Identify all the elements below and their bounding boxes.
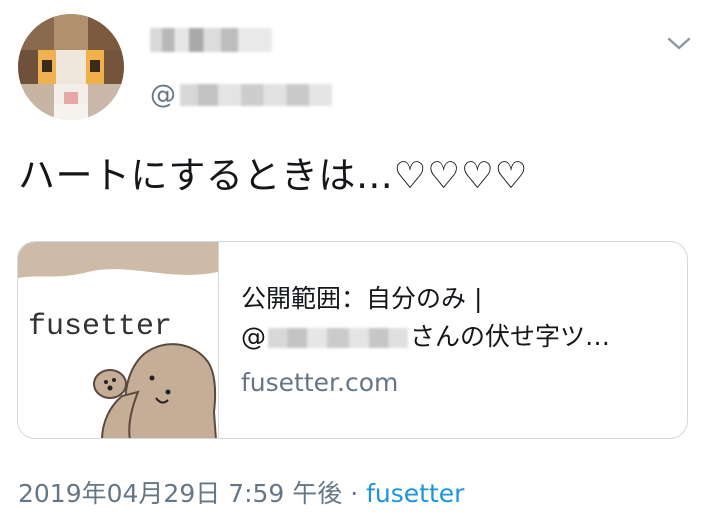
- thumbnail-logo-text: fusetter: [28, 310, 172, 344]
- card-title-redacted: [268, 328, 408, 348]
- user-handle[interactable]: @: [150, 80, 332, 110]
- link-card[interactable]: fusetter 公開範囲：自分のみ | @ さんの伏せ字ツ… fusetter.…: [17, 241, 688, 439]
- meta-separator: ·: [342, 479, 367, 508]
- card-domain: fusetter.com: [241, 368, 399, 397]
- chevron-down-icon[interactable]: [666, 34, 692, 52]
- tweet-text: ハートにするときは…♡♡♡♡: [18, 154, 529, 197]
- handle-at: @: [150, 80, 176, 110]
- tweet-meta: 2019年04月29日 7:59 午後 · fusetter: [18, 474, 464, 510]
- handle-redacted: [180, 84, 332, 106]
- card-title-line1: 公開範囲：自分のみ |: [241, 284, 483, 313]
- card-title-suffix: さんの伏せ字ツ…: [410, 322, 611, 351]
- card-title-at: @: [241, 322, 266, 351]
- display-name-redacted: [150, 28, 272, 52]
- tweet-timestamp[interactable]: 2019年04月29日 7:59 午後: [18, 479, 342, 508]
- tweet-source-link[interactable]: fusetter: [366, 479, 464, 508]
- card-title-line2: @ さんの伏せ字ツ…: [241, 318, 687, 356]
- card-thumbnail: fusetter: [18, 242, 219, 438]
- avatar[interactable]: [18, 14, 124, 120]
